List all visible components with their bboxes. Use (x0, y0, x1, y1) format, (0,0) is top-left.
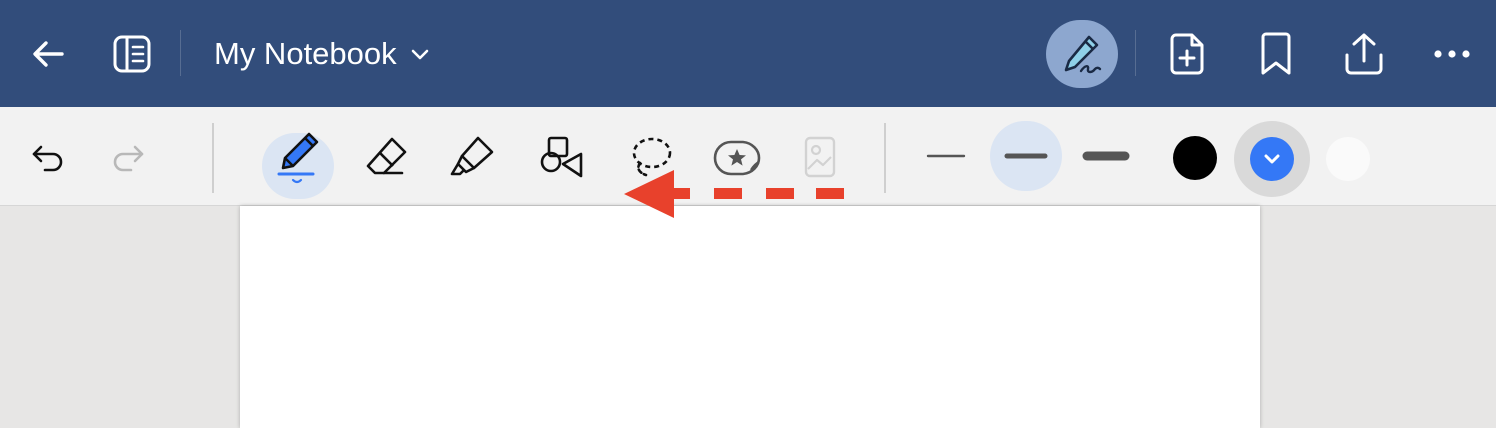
stroke-medium-icon (1004, 153, 1048, 159)
toolbar-divider-left (212, 123, 214, 193)
canvas-area (0, 206, 1496, 428)
toolbar-divider-right (884, 123, 886, 193)
eraser-icon (366, 137, 407, 175)
shapes-icon (540, 136, 583, 178)
stroke-thin-button[interactable] (922, 141, 970, 171)
bookmark-icon (1261, 32, 1291, 75)
redo-icon (113, 145, 144, 172)
back-arrow-icon (33, 41, 64, 67)
pen-tool-icon (277, 132, 319, 184)
pen-tool-button[interactable] (268, 129, 328, 189)
stroke-thin-icon (926, 154, 966, 158)
header-divider (180, 30, 181, 76)
bookmark-button[interactable] (1254, 28, 1298, 80)
undo-icon (32, 145, 63, 172)
more-button[interactable] (1428, 32, 1476, 76)
annotation-arrow-icon (624, 170, 844, 218)
stroke-thick-icon (1082, 151, 1130, 161)
header-bar: My Notebook (0, 0, 1496, 107)
notebook-title: My Notebook (214, 36, 397, 71)
redo-button[interactable] (106, 137, 150, 177)
stroke-thick-button[interactable] (1078, 141, 1134, 171)
white-swatch-icon (1326, 137, 1370, 181)
add-page-icon (1170, 33, 1204, 75)
header-divider-right (1135, 30, 1136, 76)
eraser-tool-button[interactable] (358, 131, 414, 183)
shapes-tool-button[interactable] (534, 131, 590, 183)
notebook-title-dropdown[interactable]: My Notebook (214, 34, 431, 74)
add-page-button[interactable] (1164, 28, 1212, 80)
highlighter-tool-button[interactable] (444, 131, 500, 183)
stroke-medium-button[interactable] (998, 141, 1054, 171)
blue-swatch-chevron-icon (1250, 137, 1294, 181)
share-icon (1345, 33, 1383, 75)
notebook-pages-button[interactable] (108, 30, 156, 78)
chevron-down-icon (411, 49, 428, 60)
pen-handwriting-icon (1064, 35, 1102, 74)
color-white-swatch[interactable] (1324, 135, 1372, 183)
color-blue-swatch[interactable] (1248, 135, 1296, 183)
share-button[interactable] (1338, 28, 1390, 80)
black-swatch-icon (1173, 136, 1217, 180)
notebook-page[interactable] (240, 206, 1260, 428)
undo-button[interactable] (26, 137, 70, 177)
back-button[interactable] (24, 30, 72, 78)
color-black-swatch[interactable] (1172, 135, 1218, 181)
highlighter-icon (450, 136, 494, 176)
more-icon (1434, 50, 1470, 58)
pen-mode-button[interactable] (1046, 20, 1118, 88)
notebook-pages-icon (113, 35, 151, 73)
